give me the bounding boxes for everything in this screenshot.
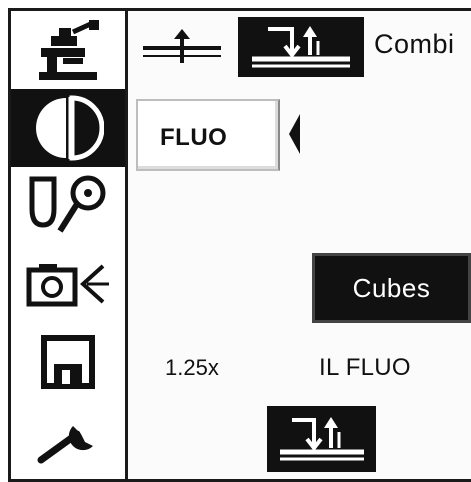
sidebar-item-camera[interactable] [11, 245, 125, 323]
combi-mode-button[interactable] [238, 17, 364, 77]
toolbar: Combi [128, 11, 471, 83]
combi-mode-icon [279, 417, 364, 461]
combi-label: Combi [374, 29, 455, 59]
objective-magnifier-icon [29, 175, 106, 233]
combi-mode-icon [252, 26, 350, 68]
illumination-mode-label: IL FLUO [319, 354, 411, 381]
combi-mode-indicator[interactable] [267, 406, 376, 472]
chevron-left-icon[interactable] [287, 112, 301, 156]
magnification-value: 1.25x [165, 355, 219, 380]
sidebar [11, 11, 128, 479]
cubes-button[interactable]: Cubes [312, 253, 471, 323]
camera-icon [26, 264, 109, 307]
sidebar-item-illumination[interactable] [11, 89, 125, 167]
transmitted-light-button[interactable] [136, 17, 228, 77]
wrench-icon [37, 422, 95, 464]
illumination-lens-icon [36, 95, 104, 161]
sidebar-item-objective[interactable] [11, 167, 125, 245]
microscope-control-panel: Combi FLUO Cubes 1.25x IL FLUO [8, 8, 471, 482]
sidebar-item-save[interactable] [11, 323, 125, 401]
sidebar-item-settings[interactable] [11, 401, 125, 479]
fluo-selector[interactable]: FLUO [136, 99, 280, 171]
sidebar-item-stand[interactable] [11, 11, 125, 89]
save-icon [41, 335, 95, 389]
transmitted-light-icon [143, 29, 221, 63]
main-panel: Combi FLUO Cubes 1.25x IL FLUO [128, 11, 471, 479]
microscope-stand-icon [39, 19, 99, 80]
fluo-selector-value: FLUO [160, 124, 228, 151]
